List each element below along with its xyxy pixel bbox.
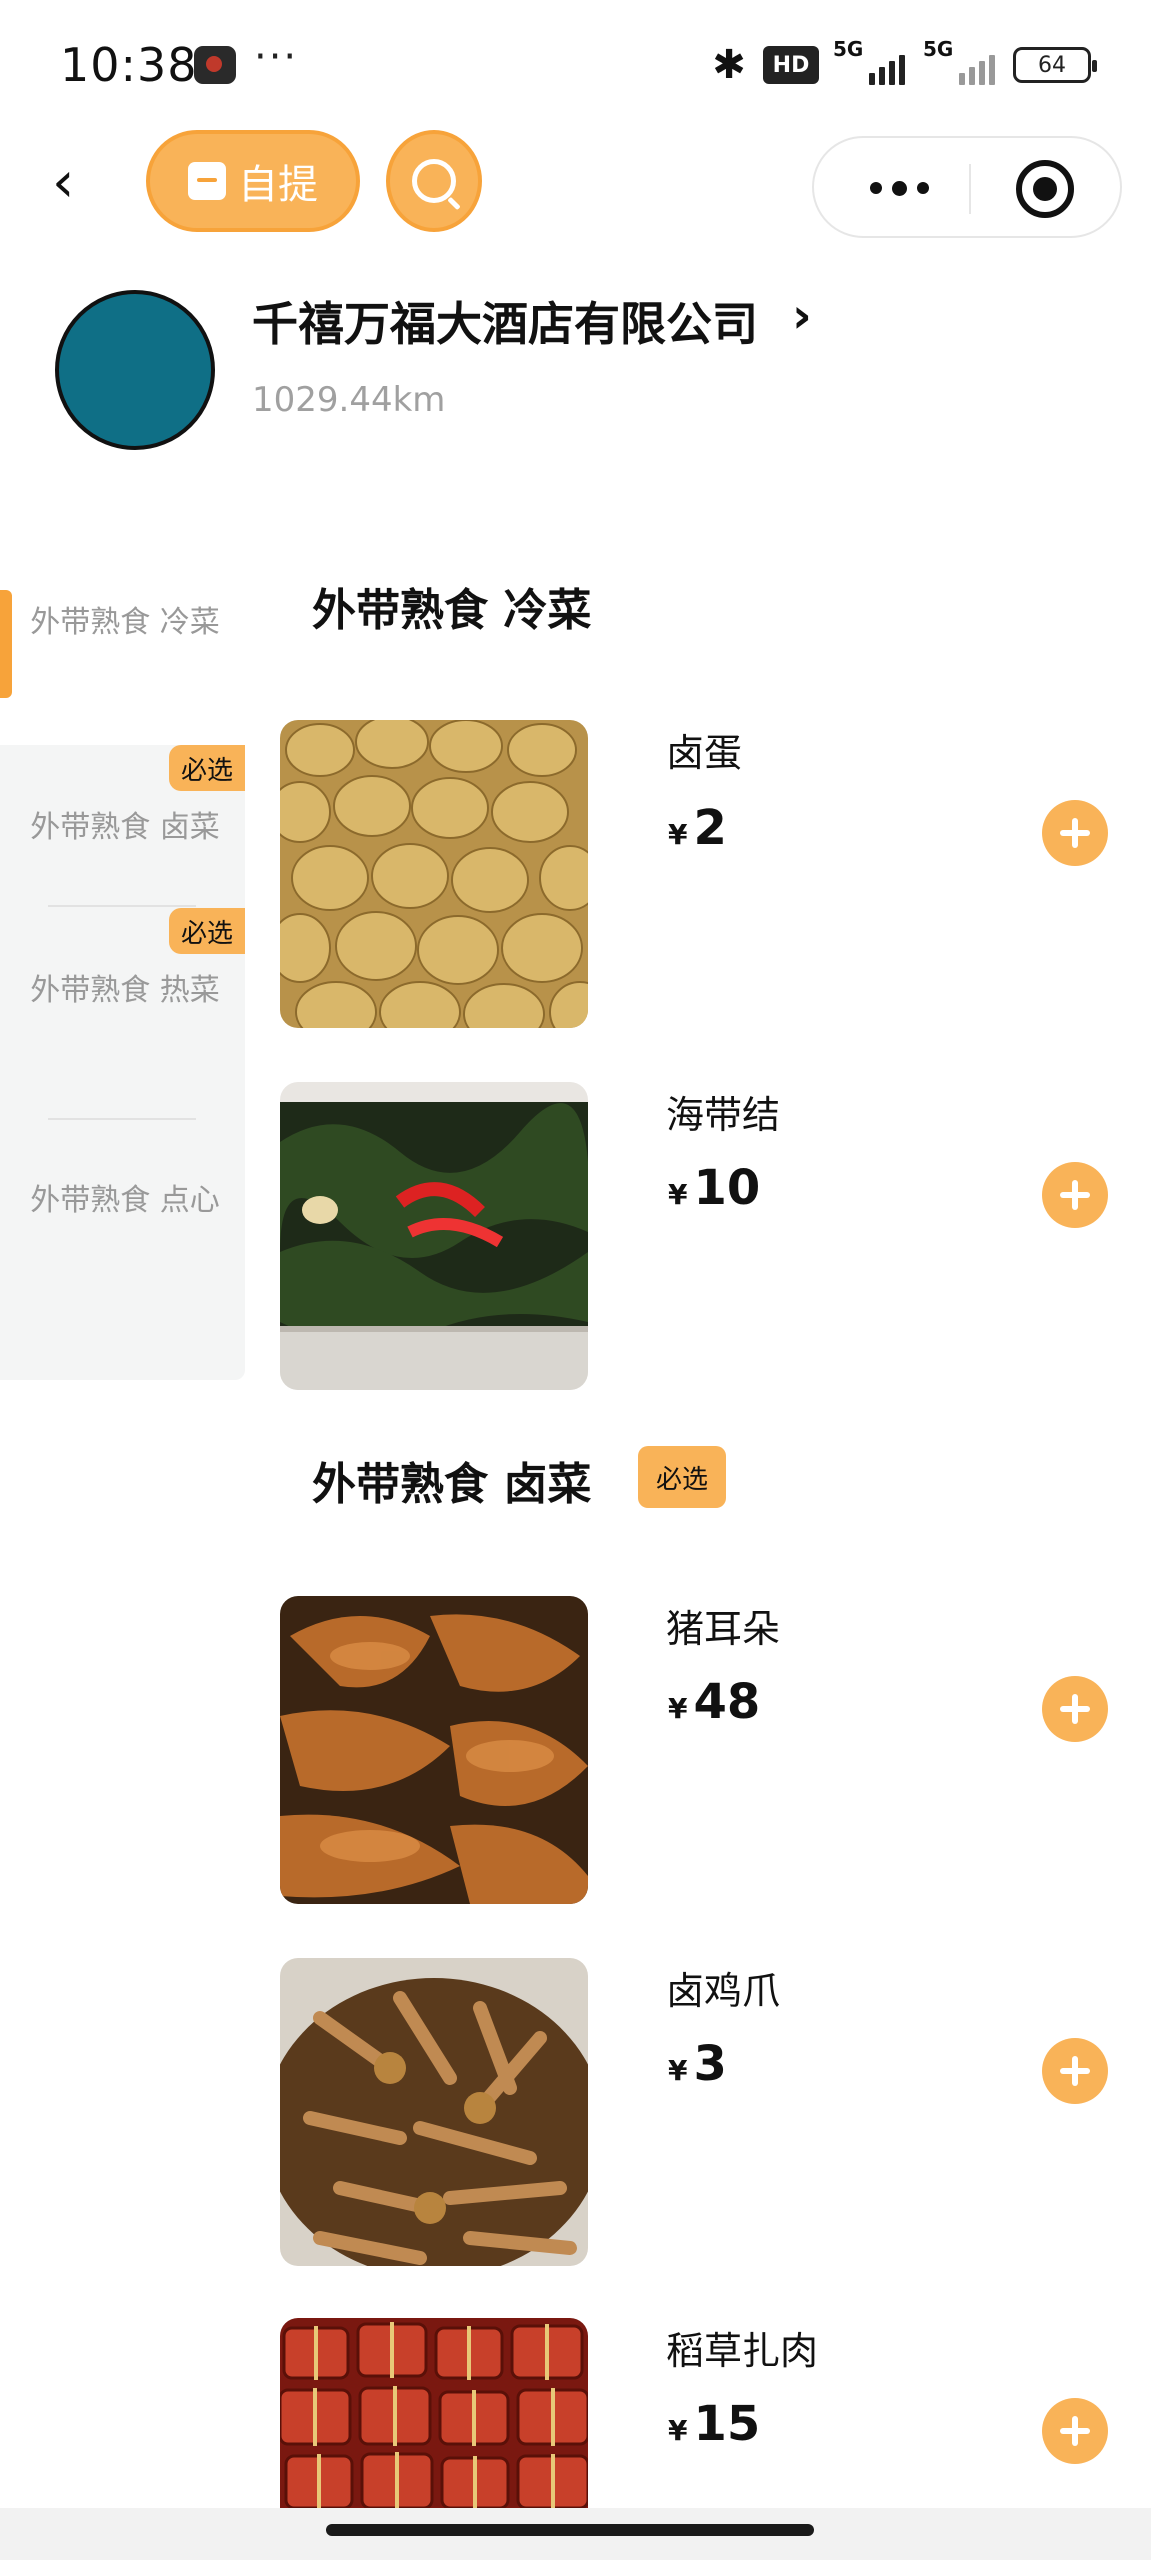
more-notifications-icon: ···	[254, 34, 299, 80]
active-category-indicator	[0, 590, 12, 698]
category-sidebar: 外带熟食 冷菜 必选 外带熟食 卤菜 必选 外带熟食 热菜 外带熟食 点心	[0, 550, 245, 1380]
price-value: 48	[693, 1674, 761, 1730]
pickup-label: 自提	[238, 162, 318, 208]
dish-name: 卤蛋	[666, 731, 743, 775]
sidebar-item-label: 外带熟食 冷菜	[30, 605, 220, 640]
dish-image[interactable]	[280, 1958, 588, 2266]
dish-price: ¥10	[668, 1160, 760, 1216]
required-badge: 必选	[638, 1446, 726, 1508]
currency-symbol: ¥	[668, 818, 688, 851]
battery-level: 64	[1038, 52, 1066, 78]
status-bar: 10:38 ··· ✱ HD 5G 5G 64	[0, 0, 1151, 130]
status-indicators: ✱ HD 5G 5G 64	[709, 37, 1097, 90]
price-value: 2	[693, 800, 727, 856]
signal-icon: 5G	[833, 37, 909, 87]
back-arrow-icon: ‹	[52, 150, 75, 215]
pickup-button[interactable]: 自提	[146, 130, 360, 232]
home-indicator[interactable]	[326, 2524, 814, 2536]
currency-symbol: ¥	[668, 2414, 688, 2447]
dish-name: 海带结	[666, 1093, 781, 1137]
pig-ears-photo	[280, 1596, 588, 1904]
miniapp-capsule	[812, 136, 1122, 238]
dish-name: 卤鸡爪	[666, 1969, 781, 2013]
required-badge: 必选	[169, 745, 245, 791]
store-distance: 1029.44km	[252, 380, 446, 420]
add-to-cart-button[interactable]	[1042, 2398, 1108, 2464]
dish-image[interactable]	[280, 2318, 588, 2508]
price-value: 10	[693, 1160, 761, 1216]
kelp-knots-photo	[280, 1082, 588, 1390]
add-to-cart-button[interactable]	[1042, 1676, 1108, 1742]
add-to-cart-button[interactable]	[1042, 800, 1108, 866]
dish-image[interactable]	[280, 1596, 588, 1904]
hd-voice-icon: HD	[763, 46, 819, 84]
chevron-right-icon[interactable]: ›	[792, 288, 812, 344]
search-icon	[412, 159, 456, 203]
sidebar-item-cold-dishes[interactable]: 外带熟食 冷菜	[0, 550, 245, 745]
sidebar-list: 必选 外带熟食 卤菜 必选 外带熟食 热菜 外带熟食 点心	[0, 745, 245, 1380]
add-to-cart-button[interactable]	[1042, 1162, 1108, 1228]
more-options-button[interactable]	[854, 158, 944, 218]
capsule-divider	[969, 164, 971, 214]
shopping-bag-icon	[188, 162, 226, 200]
store-name[interactable]: 千禧万福大酒店有限公司	[252, 288, 758, 354]
dish-image[interactable]	[280, 720, 588, 1028]
dish-name: 猪耳朵	[666, 1607, 781, 1651]
dish-image[interactable]	[280, 1082, 588, 1390]
sidebar-item-braised-dishes[interactable]: 外带熟食 卤菜	[30, 807, 220, 849]
dish-price: ¥48	[668, 1674, 760, 1730]
notification-app-icon	[194, 46, 236, 84]
dish-price: ¥15	[668, 2396, 760, 2452]
battery-icon: 64	[1013, 47, 1097, 83]
search-button[interactable]	[386, 130, 482, 232]
braised-eggs-photo	[280, 720, 588, 1028]
network-type-label: 5G	[833, 37, 864, 61]
price-value: 3	[693, 2036, 727, 2092]
sidebar-divider	[48, 905, 196, 907]
close-miniapp-button[interactable]	[1016, 160, 1074, 218]
section-title-cold-dishes: 外带熟食 冷菜	[312, 585, 592, 636]
required-badge: 必选	[169, 908, 245, 954]
clock: 10:38	[60, 38, 198, 92]
price-value: 15	[693, 2396, 761, 2452]
sidebar-divider	[48, 1118, 196, 1120]
braised-chicken-feet-photo	[280, 1958, 588, 2266]
currency-symbol: ¥	[668, 2054, 688, 2087]
store-logo	[55, 290, 215, 450]
add-to-cart-button[interactable]	[1042, 2038, 1108, 2104]
straw-tied-pork-photo	[280, 2318, 588, 2508]
back-button[interactable]: ‹	[52, 150, 102, 216]
sidebar-item-snacks[interactable]: 外带熟食 点心	[30, 1180, 220, 1222]
currency-symbol: ¥	[668, 1178, 688, 1211]
dish-price: ¥3	[668, 2036, 727, 2092]
sidebar-item-hot-dishes[interactable]: 外带熟食 热菜	[30, 970, 220, 1012]
currency-symbol: ¥	[668, 1692, 688, 1725]
section-title-braised-dishes: 外带熟食 卤菜	[312, 1459, 592, 1510]
network-type-label-secondary: 5G	[923, 37, 954, 61]
dish-price: ¥2	[668, 800, 727, 856]
bluetooth-icon: ✱	[712, 42, 746, 88]
dish-name: 稻草扎肉	[666, 2329, 819, 2373]
signal-icon-secondary: 5G	[923, 37, 999, 87]
